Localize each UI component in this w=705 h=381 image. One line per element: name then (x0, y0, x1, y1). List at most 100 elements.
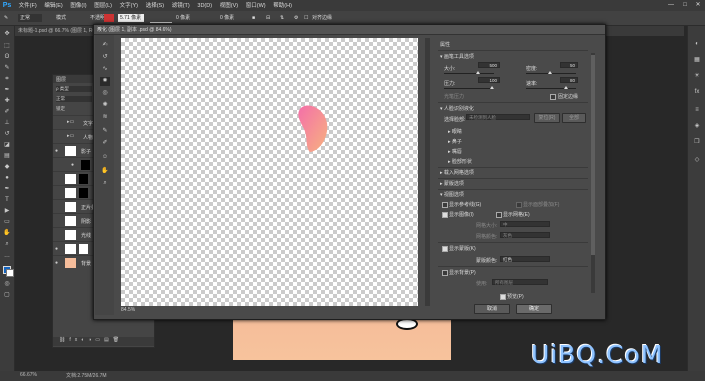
dist-value[interactable]: 0 像素 (176, 14, 190, 22)
status-zoom[interactable]: 66.67% (20, 372, 37, 378)
face-shape-item[interactable]: ▸ 脸部形状 (448, 158, 472, 165)
scrollbar-thumb[interactable] (591, 55, 595, 255)
history-brush-icon[interactable]: ↺ (2, 130, 12, 139)
properties-scrollbar[interactable] (591, 53, 595, 293)
align-icon[interactable]: ⊟ (266, 14, 270, 22)
gear-icon[interactable]: ⚙ (294, 14, 298, 22)
view-options-section[interactable]: ▾ 视图选项 (440, 191, 464, 198)
canvas-scrollbar[interactable] (425, 38, 430, 306)
minimize-button[interactable]: — (665, 0, 677, 11)
smooth-icon[interactable]: ∿ (100, 65, 110, 74)
more-tools-icon[interactable]: … (2, 252, 12, 261)
arrange-icon[interactable]: ⇅ (280, 14, 284, 22)
stamp-tool-icon[interactable]: ⊥ (2, 119, 12, 128)
blur-tool-icon[interactable]: ◆ (2, 163, 12, 172)
dialog-title-bar[interactable]: 液化 (图层 1, 副本 .psd @ 84.6%) ✕ (94, 25, 605, 35)
mask-color-select[interactable]: 红色 (500, 256, 550, 262)
dialog-close-icon[interactable]: ✕ (97, 26, 602, 32)
color-swatch[interactable] (104, 14, 114, 22)
adjust-panel-icon[interactable]: ☀ (692, 72, 702, 81)
type-tool-icon[interactable]: T (2, 196, 12, 205)
hand-tool-icon[interactable]: ✋ (2, 229, 12, 238)
face-mouth-item[interactable]: ▸ 嘴唇 (448, 148, 462, 155)
marquee-tool-icon[interactable]: ⬚ (2, 42, 12, 51)
bloat-icon[interactable]: ✺ (100, 101, 110, 110)
rate-field[interactable]: 80 (560, 77, 578, 83)
mesh-color-select[interactable]: 灰色 (500, 232, 550, 238)
visibility-eye-icon[interactable]: ● (55, 260, 62, 266)
mask-options-section[interactable]: ▸ 蒙版选项 (440, 180, 464, 187)
lasso-tool-icon[interactable]: ʘ (2, 53, 12, 62)
pressure-field[interactable]: 100 (478, 77, 500, 83)
show-mask-checkbox[interactable] (442, 246, 448, 252)
close-window-button[interactable]: ✕ (692, 0, 704, 11)
face-all-button[interactable]: 全部 (562, 113, 586, 123)
layers-footer-buttons[interactable]: ⛓fx◐◑▭▤🗑 (53, 337, 154, 346)
layer-filter-select[interactable]: ρ 类型 (56, 86, 92, 92)
color-panel-icon[interactable]: ◐ (692, 40, 702, 49)
zoom-readout[interactable]: 84.5% (121, 307, 135, 313)
line-style-select[interactable] (150, 14, 172, 23)
face-tool-icon[interactable]: ☺ (100, 153, 110, 162)
paths-panel-icon[interactable]: ◇ (692, 156, 702, 165)
align-edges-checkbox[interactable]: ☐ (304, 14, 308, 22)
show-image-checkbox[interactable] (442, 212, 448, 218)
screen-mode-icon[interactable]: ▢ (2, 291, 12, 300)
show-mesh-checkbox[interactable] (496, 212, 502, 218)
shape-tool-icon[interactable]: ▭ (2, 218, 12, 227)
brush-options-section[interactable]: ▾ 画笔工具选项 (440, 53, 474, 60)
cancel-button[interactable]: 取消 (474, 304, 510, 314)
swatches-panel-icon[interactable]: ▦ (692, 56, 702, 65)
crop-tool-icon[interactable]: ⌗ (2, 75, 12, 84)
face-reset-button[interactable]: 复位(R) (534, 113, 560, 123)
heal-tool-icon[interactable]: ✚ (2, 97, 12, 106)
quick-select-icon[interactable]: ✎ (2, 64, 12, 73)
layers-panel-icon[interactable]: ◈ (692, 122, 702, 131)
pressure-slider[interactable] (444, 88, 494, 89)
preview-canvas[interactable] (121, 38, 418, 306)
select-face-dropdown[interactable]: 未检测到人脸 (466, 114, 530, 120)
gradient-tool-icon[interactable]: ▤ (2, 152, 12, 161)
load-mesh-section[interactable]: ▸ 载入网格选项 (440, 169, 474, 176)
size-slider[interactable] (444, 73, 494, 74)
size-slider-knob[interactable] (476, 71, 480, 74)
eyedropper-tool-icon[interactable]: ✒ (2, 86, 12, 95)
face-eyes-item[interactable]: ▸ 眼睛 (448, 128, 462, 135)
rate-slider[interactable] (526, 88, 576, 89)
hand-tool-icon[interactable]: ✋ (100, 167, 110, 176)
visibility-eye-icon[interactable]: ● (55, 148, 62, 154)
ok-button[interactable]: 确定 (516, 304, 552, 314)
channels-panel-icon[interactable]: ❒ (692, 138, 702, 147)
thaw-mask-icon[interactable]: ✐ (100, 139, 110, 148)
freeze-mask-icon[interactable]: ✎ (100, 127, 110, 136)
forward-warp-icon[interactable]: ✍ (100, 41, 110, 50)
properties-panel-icon[interactable]: ≡ (692, 106, 702, 115)
density-slider-knob[interactable] (548, 71, 552, 74)
quick-mask-icon[interactable]: ◎ (2, 280, 12, 289)
zoom-tool-icon[interactable]: ⌕ (100, 179, 110, 188)
face-nose-item[interactable]: ▸ 鼻子 (448, 138, 462, 145)
styles-panel-icon[interactable]: fx (692, 88, 702, 97)
blend-mode-select[interactable]: 正常 (18, 14, 42, 22)
preview-checkbox[interactable] (500, 294, 506, 300)
density-field[interactable]: 50 (560, 62, 578, 68)
push-left-icon[interactable]: ≋ (100, 113, 110, 122)
visibility-eye-icon[interactable]: ● (71, 162, 78, 168)
show-face-overlay-checkbox[interactable] (516, 202, 522, 208)
show-backdrop-checkbox[interactable] (442, 270, 448, 276)
move-tool-icon[interactable]: ✥ (2, 30, 12, 39)
use-layers-select[interactable]: 所有图层 (492, 279, 548, 285)
dodge-tool-icon[interactable]: ● (2, 174, 12, 183)
size-field[interactable]: 500 (478, 62, 500, 68)
maximize-button[interactable]: □ (679, 0, 691, 11)
brush-tool-icon[interactable]: ✎ (4, 14, 8, 22)
mesh-size-select[interactable]: 中 (500, 221, 550, 227)
size-field[interactable]: 5.71 像素 (118, 14, 144, 22)
zoom-tool-icon[interactable]: ⌕ (2, 240, 12, 249)
path-select-icon[interactable]: ▶ (2, 207, 12, 216)
dist-value-2[interactable]: 0 像素 (220, 14, 234, 22)
reconstruct-icon[interactable]: ↺ (100, 53, 110, 62)
pressure-slider-knob[interactable] (490, 86, 494, 89)
pin-edges-checkbox[interactable] (550, 94, 556, 100)
pen-tool-icon[interactable]: ✒ (2, 185, 12, 194)
